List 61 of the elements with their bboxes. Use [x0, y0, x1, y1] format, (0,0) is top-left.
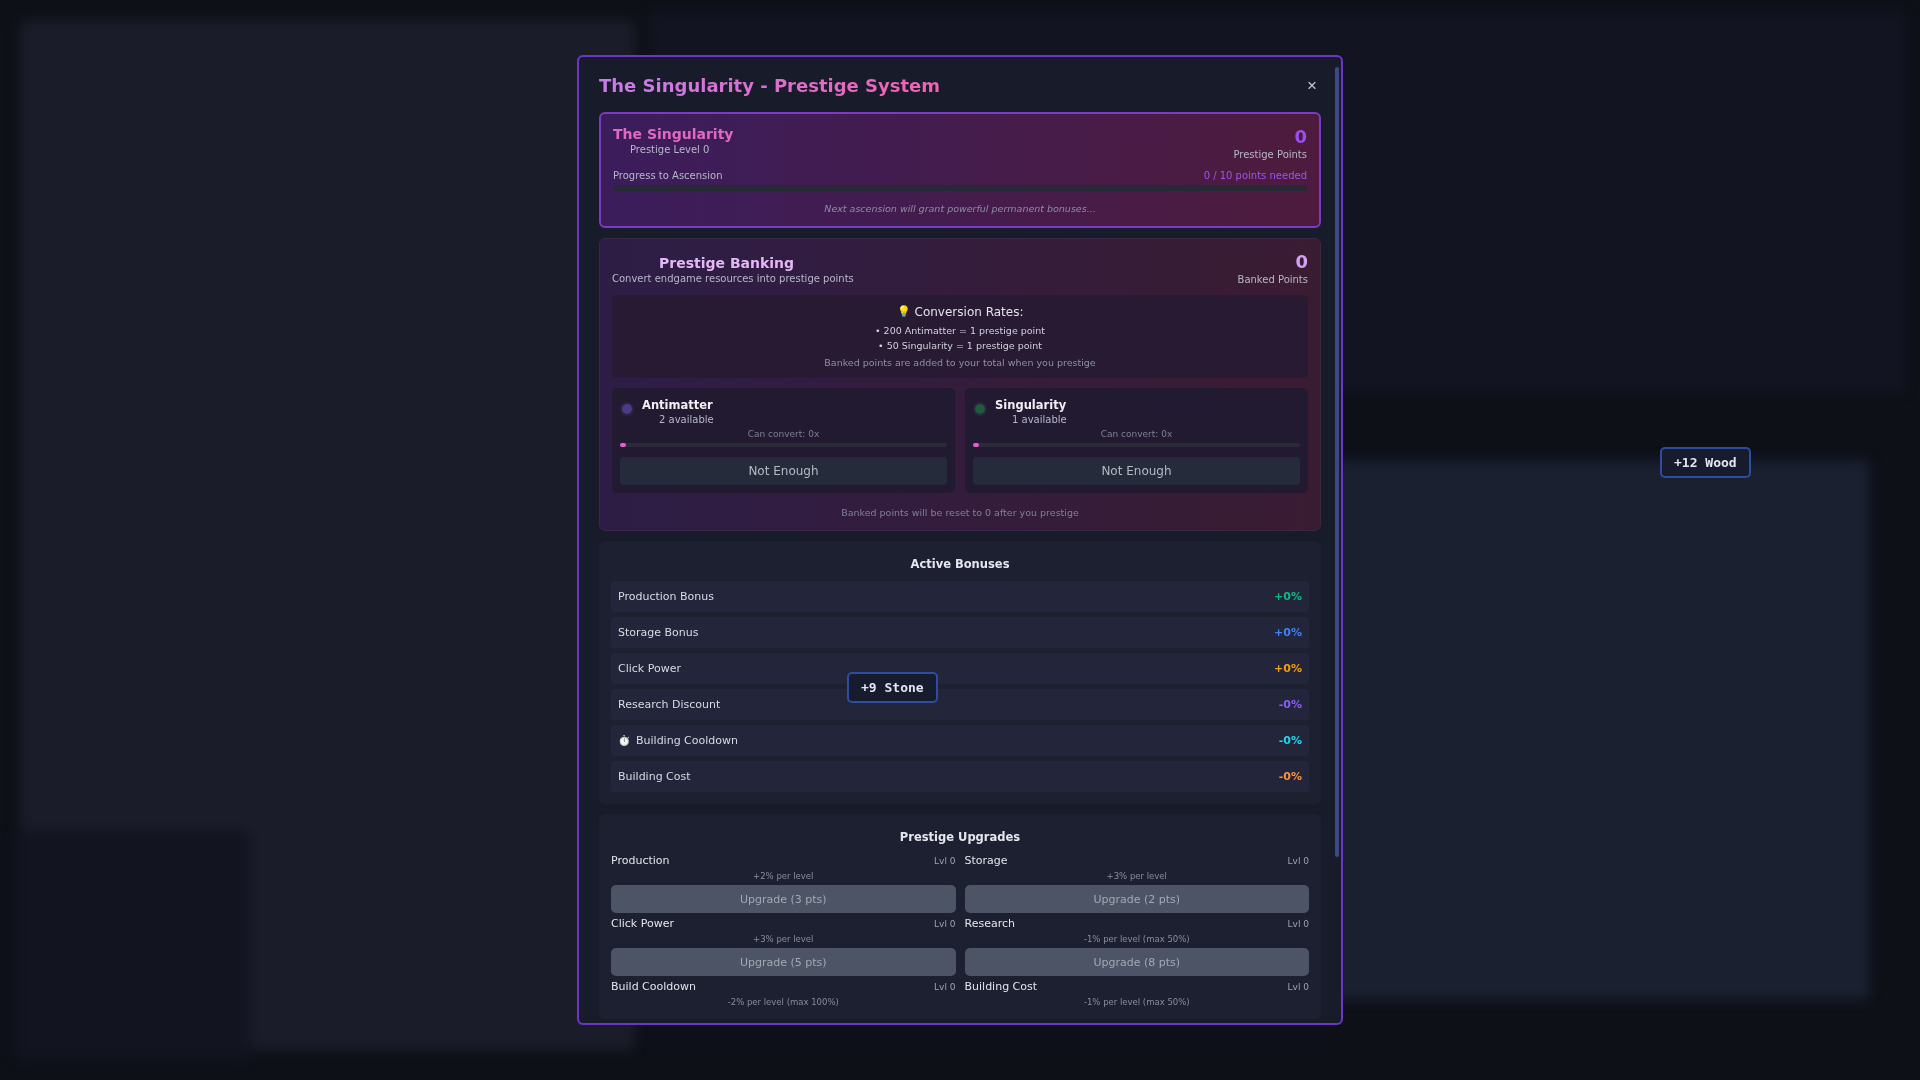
rates-note: Banked points are added to your total when you prestige [824, 357, 1096, 368]
progress-text: 0 / 10 points needed [1203, 170, 1307, 181]
resource-name: Antimatter [642, 398, 714, 412]
upgrade-name: Production [611, 854, 670, 867]
bonus-label: Research Discount [618, 698, 721, 711]
convert-text: Can convert: 0x [1099, 429, 1174, 439]
ascension-note: Next ascension will grant powerful permanent bonuses... [823, 203, 1097, 214]
banking-footer: Banked points will be reset to 0 after you prestige [612, 507, 1308, 518]
bonus-value: +0% [1274, 626, 1302, 639]
bonus-value: -0% [1278, 698, 1302, 711]
upgrade-name: Build Cooldown [611, 980, 696, 993]
card-title: Prestige Banking [658, 254, 795, 271]
upgrade-level: Lvl 0 [1287, 918, 1309, 929]
resource-gain-popup: +9 Stone [847, 672, 938, 703]
rate-line: • 200 Antimatter = 1 prestige point [875, 325, 1045, 336]
upgrade-description: +3% per level [1105, 871, 1168, 881]
banked-points: 0 [1295, 251, 1308, 272]
bonus-label: Click Power [618, 662, 681, 675]
upgrade-name: Building Cost [964, 980, 1038, 993]
upgrade-name: Click Power [611, 917, 674, 930]
close-button[interactable]: × [1303, 75, 1321, 96]
lightbulb-icon: 💡 [896, 305, 911, 319]
bonus-value: +0% [1274, 590, 1302, 603]
section-title: Prestige Upgrades [898, 830, 1022, 844]
bonus-label: Building Cooldown [636, 734, 738, 747]
upgrade-description: +2% per level [752, 871, 815, 881]
card-title: The Singularity [613, 126, 734, 142]
upgrade-level: Lvl 0 [934, 855, 956, 866]
bonus-value: -0% [1278, 734, 1302, 747]
upgrade-description: +3% per level [752, 934, 815, 944]
resource-available: 1 available [1011, 414, 1067, 425]
section-title: Active Bonuses [909, 557, 1011, 571]
resource-gain-popup: +12 Wood [1660, 447, 1751, 478]
stopwatch-icon: ⏱ [618, 735, 630, 746]
card-subtitle: Convert endgame resources into prestige points [612, 273, 854, 284]
upgrade-description: -1% per level (max 50%) [1082, 934, 1191, 944]
scrollbar[interactable] [1335, 67, 1339, 857]
points-label: Banked Points [1237, 274, 1308, 285]
upgrade-description: -1% per level (max 50%) [1082, 997, 1191, 1007]
upgrade-name: Storage [964, 854, 1008, 867]
rates-title: Conversion Rates: [914, 305, 1024, 319]
resource-available: 2 available [658, 414, 714, 425]
bonus-value: -0% [1278, 770, 1302, 783]
bonus-value: +0% [1274, 662, 1302, 675]
upgrade-level: Lvl 0 [934, 918, 956, 929]
progress-label: Progress to Ascension [613, 170, 723, 181]
upgrade-description: -2% per level (max 100%) [726, 997, 840, 1007]
points-label: Prestige Points [1233, 149, 1307, 160]
resource-name: Singularity [995, 398, 1067, 412]
prestige-points: 0 [1294, 126, 1307, 147]
rate-line: • 50 Singularity = 1 prestige point [878, 340, 1042, 351]
upgrade-level: Lvl 0 [1287, 981, 1309, 992]
bonus-label: Storage Bonus [618, 626, 699, 639]
upgrade-level: Lvl 0 [934, 981, 956, 992]
prestige-level: Prestige Level 0 [629, 144, 711, 155]
convert-text: Can convert: 0x [746, 429, 821, 439]
upgrade-level: Lvl 0 [1287, 855, 1309, 866]
bonus-label: Building Cost [618, 770, 691, 783]
dialog-title: The Singularity - Prestige System [599, 75, 941, 96]
bonus-label: Production Bonus [618, 590, 714, 603]
upgrade-name: Research [964, 917, 1015, 930]
